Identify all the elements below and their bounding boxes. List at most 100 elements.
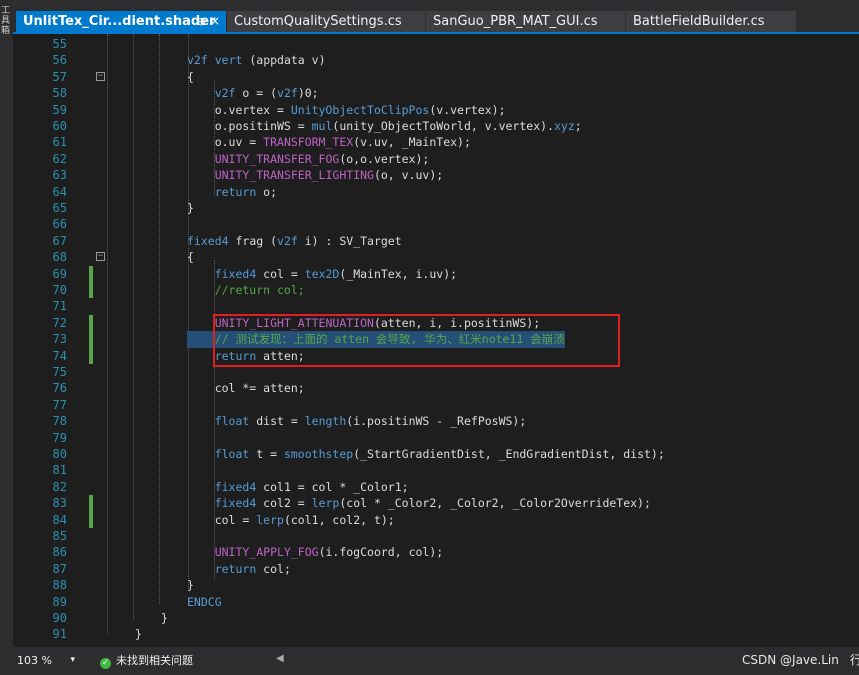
tab-unlittex-shader[interactable]: UnlitTex_Cir...dient.shader ⊕ ×	[16, 11, 226, 32]
tab-sanguo-pbr-mat-gui[interactable]: SanGuo_PBR_MAT_GUI.cs	[426, 11, 625, 32]
line-number: 79	[52, 430, 67, 445]
row-indicator: 行	[850, 653, 859, 667]
code-text: }	[187, 578, 194, 593]
code-text: UNITY_TRANSFER_FOG(o,o.vertex);	[214, 151, 430, 166]
code-line[interactable]: 84 col = lerp(col1, col2, t);	[13, 511, 859, 528]
change-marker	[89, 265, 93, 282]
code-line[interactable]: 63 UNITY_TRANSFER_LIGHTING(o, v.uv);	[13, 167, 859, 183]
line-number: 82	[52, 479, 67, 494]
code-line[interactable]: 57 − {	[13, 69, 859, 85]
code-text: fixed4 col = tex2D(_MainTex, i.uv);	[214, 266, 458, 281]
line-number: 90	[52, 611, 67, 625]
line-number: 57	[52, 69, 67, 84]
code-line[interactable]: 83 fixed4 col2 = lerp(col * _Color2, _Co…	[13, 495, 859, 512]
code-line[interactable]: 56 v2f vert (appdata v)	[13, 52, 859, 68]
code-line[interactable]: 88}	[13, 577, 859, 593]
line-number: 72	[52, 315, 67, 330]
code-line[interactable]: 59 o.vertex = UnityObjectToClipPos(v.ver…	[13, 102, 859, 118]
code-line[interactable]: 82 fixed4 col1 = col * _Color1;	[13, 479, 859, 495]
change-marker	[89, 331, 93, 348]
code-line[interactable]: 89 ENDCG	[13, 594, 859, 610]
line-number: 71	[52, 299, 67, 314]
code-line[interactable]: 80 float t = smoothstep(_StartGradientDi…	[13, 446, 859, 462]
code-line[interactable]: 71	[13, 298, 859, 314]
code-text: //return col;	[187, 283, 305, 297]
code-line[interactable]: 55	[13, 36, 859, 52]
code-line[interactable]: 65}	[13, 200, 859, 216]
code-line[interactable]: 87 return col;	[13, 561, 859, 577]
code-text: }	[161, 611, 168, 625]
code-line[interactable]: 70 //return col;	[13, 282, 859, 299]
code-line[interactable]: 76 col *= atten;	[13, 380, 859, 396]
code-line[interactable]: 60 o.positinWS = mul(unity_ObjectToWorld…	[13, 118, 859, 134]
line-number: 68	[52, 250, 67, 265]
line-number: 86	[52, 545, 67, 560]
code-line[interactable]: 68 − {	[13, 249, 859, 265]
line-number: 55	[52, 37, 67, 51]
line-number: 60	[52, 119, 67, 133]
code-text: UNITY_APPLY_FOG(i.fogCoord, col);	[214, 545, 444, 560]
line-number: 87	[52, 561, 67, 576]
code-line[interactable]: 67 fixed4 frag (v2f i) : SV_Target	[13, 233, 859, 249]
code-text: o.positinWS = mul(unity_ObjectToWorld, v…	[187, 119, 582, 133]
line-number: 65	[52, 201, 67, 215]
code-line[interactable]: 77	[13, 397, 859, 413]
chevron-down-icon[interactable]: ▾	[70, 652, 75, 669]
code-text: return o;	[214, 184, 278, 199]
tab-label: SanGuo_PBR_MAT_GUI.cs	[433, 14, 598, 29]
tab-battlefieldbuilder[interactable]: BattleFieldBuilder.cs	[626, 11, 796, 32]
code-line[interactable]: 90}	[13, 610, 859, 626]
close-icon[interactable]: ×	[210, 11, 220, 32]
line-number: 77	[52, 397, 67, 412]
code-text: ENDCG	[187, 594, 222, 609]
code-line[interactable]: 58 v2f o = (v2f)0;	[13, 85, 859, 101]
line-number: 81	[52, 463, 67, 478]
line-number: 88	[52, 578, 67, 593]
zoom-selector[interactable]: 103 % ▾	[17, 652, 75, 669]
code-line[interactable]: 66	[13, 216, 859, 232]
code-text: v2f o = (v2f)0;	[214, 86, 319, 101]
code-line[interactable]: 61 o.uv = TRANSFORM_TEX(v.uv, _MainTex);	[13, 134, 859, 150]
status-bar: 103 % ▾ ✓ 未找到相关问题 ◀ CSDN @Jave.Lin 行	[0, 647, 859, 675]
line-number: 62	[52, 151, 67, 166]
code-text: col = lerp(col1, col2, t);	[187, 512, 395, 527]
issues-indicator[interactable]: ✓ 未找到相关问题	[100, 652, 193, 669]
change-marker	[89, 347, 93, 364]
watermark: CSDN @Jave.Lin	[742, 653, 839, 667]
code-editor[interactable]: 55 56 v2f vert (appdata v) 57 − {58 v2f o = (…	[13, 34, 859, 647]
line-number: 58	[52, 86, 67, 101]
tab-label: CustomQualitySettings.cs	[234, 14, 402, 29]
line-number: 76	[52, 381, 67, 396]
tab-label: UnlitTex_Cir...dient.shader	[23, 14, 216, 29]
code-line[interactable]: 85	[13, 528, 859, 544]
code-line[interactable]: 62 UNITY_TRANSFER_FOG(o,o.vertex);	[13, 151, 859, 167]
scroll-left-icon[interactable]: ◀	[276, 653, 284, 664]
collapse-icon[interactable]: −	[96, 71, 105, 81]
toolbox-label[interactable]: 工具箱	[1, 6, 12, 36]
code-text: fixed4 col1 = col * _Color1;	[214, 479, 409, 494]
line-number: 61	[52, 135, 67, 150]
line-number: 74	[52, 348, 67, 363]
check-circle-icon: ✓	[100, 658, 111, 669]
tab-customqualitysettings[interactable]: CustomQualitySettings.cs	[227, 11, 425, 32]
code-line[interactable]: 86 UNITY_APPLY_FOG(i.fogCoord, col);	[13, 544, 859, 560]
code-text: v2f vert (appdata v)	[187, 53, 326, 68]
toolbox-strip[interactable]: 工具箱	[0, 0, 13, 675]
code-line[interactable]: 91}	[13, 626, 859, 642]
code-line[interactable]: 69 fixed4 col = tex2D(_MainTex, i.uv);	[13, 265, 859, 282]
highlight-box	[213, 314, 620, 367]
pin-icon[interactable]: ⊕	[197, 11, 206, 32]
code-line[interactable]: 78 float dist = length(i.positinWS - _Re…	[13, 413, 859, 429]
code-line[interactable]: 81	[13, 462, 859, 478]
zoom-value: 103 %	[17, 654, 52, 667]
line-number: 85	[52, 529, 67, 543]
change-marker	[89, 282, 93, 299]
collapse-icon[interactable]: −	[96, 252, 105, 262]
line-number: 67	[52, 233, 67, 248]
code-line[interactable]: 79	[13, 430, 859, 446]
line-number: 75	[52, 365, 67, 379]
line-number: 89	[52, 594, 67, 609]
code-line[interactable]: 64 return o;	[13, 184, 859, 200]
issues-text: 未找到相关问题	[116, 654, 193, 667]
code-text: return col;	[214, 561, 291, 576]
